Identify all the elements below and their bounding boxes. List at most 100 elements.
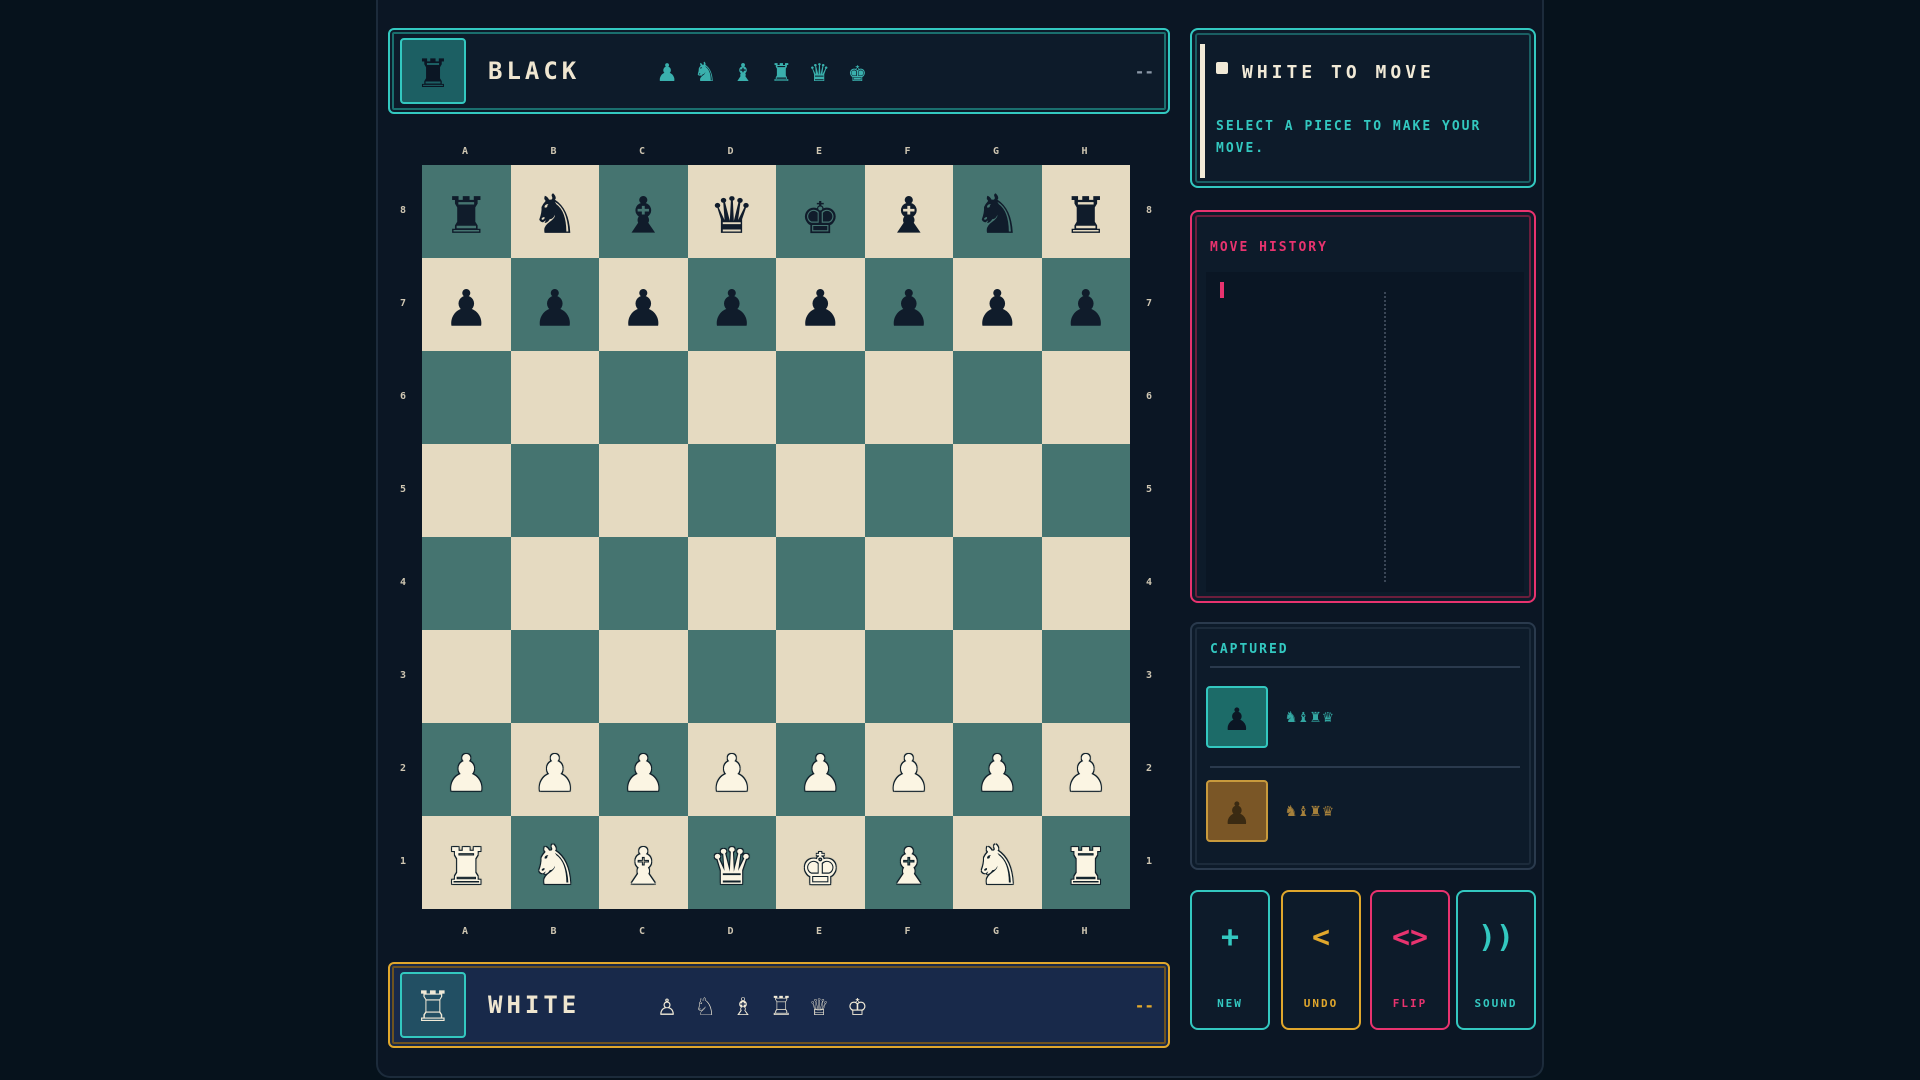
white-pawn-icon[interactable]: ♟ [1067, 738, 1104, 801]
square-g4[interactable] [953, 537, 1042, 630]
white-pawn-icon[interactable]: ♟ [979, 738, 1016, 801]
square-f1[interactable]: ♝ [864, 816, 953, 909]
black-queen-icon[interactable]: ♛ [713, 180, 750, 243]
square-g5[interactable] [953, 444, 1042, 537]
white-king-icon[interactable]: ♚ [802, 831, 839, 894]
square-b6[interactable] [510, 351, 599, 444]
black-pawn-icon[interactable]: ♟ [625, 273, 662, 336]
square-a4[interactable] [422, 537, 511, 630]
square-d6[interactable] [687, 351, 776, 444]
black-pawn-icon[interactable]: ♟ [713, 273, 750, 336]
square-b3[interactable] [510, 630, 599, 723]
square-h5[interactable] [1041, 444, 1130, 537]
square-e7[interactable]: ♟ [776, 258, 865, 351]
square-e5[interactable] [776, 444, 865, 537]
black-knight-icon[interactable]: ♞ [979, 180, 1016, 243]
square-b5[interactable] [510, 444, 599, 537]
sound-button[interactable]: )) SOUND [1456, 890, 1536, 1030]
square-b2[interactable]: ♟ [510, 723, 599, 816]
flip-board-button[interactable]: <> FLIP [1370, 890, 1450, 1030]
square-a6[interactable] [422, 351, 511, 444]
black-pawn-icon[interactable]: ♟ [536, 273, 573, 336]
white-bishop-icon[interactable]: ♝ [890, 831, 927, 894]
new-game-button[interactable]: + NEW [1190, 890, 1270, 1030]
square-a3[interactable] [422, 630, 511, 723]
square-c6[interactable] [599, 351, 688, 444]
square-g7[interactable]: ♟ [953, 258, 1042, 351]
square-e4[interactable] [776, 537, 865, 630]
black-king-icon[interactable]: ♚ [802, 180, 839, 243]
square-h6[interactable] [1041, 351, 1130, 444]
black-rook-icon[interactable]: ♜ [448, 180, 485, 243]
square-f2[interactable]: ♟ [864, 723, 953, 816]
square-d1[interactable]: ♛ [687, 816, 776, 909]
square-g3[interactable] [953, 630, 1042, 723]
square-f8[interactable]: ♝ [864, 165, 953, 258]
square-c1[interactable]: ♝ [599, 816, 688, 909]
square-a2[interactable]: ♟ [422, 723, 511, 816]
black-pawn-icon[interactable]: ♟ [890, 273, 927, 336]
black-bishop-icon[interactable]: ♝ [890, 180, 927, 243]
move-history-list[interactable] [1206, 272, 1524, 592]
square-h2[interactable]: ♟ [1041, 723, 1130, 816]
undo-button[interactable]: < UNDO [1281, 890, 1361, 1030]
white-pawn-icon[interactable]: ♟ [448, 738, 485, 801]
square-d4[interactable] [687, 537, 776, 630]
square-h7[interactable]: ♟ [1041, 258, 1130, 351]
square-e3[interactable] [776, 630, 865, 723]
square-f4[interactable] [864, 537, 953, 630]
square-b4[interactable] [510, 537, 599, 630]
square-f5[interactable] [864, 444, 953, 537]
square-g2[interactable]: ♟ [953, 723, 1042, 816]
black-knight-icon[interactable]: ♞ [536, 180, 573, 243]
square-f7[interactable]: ♟ [864, 258, 953, 351]
square-d3[interactable] [687, 630, 776, 723]
square-a8[interactable]: ♜ [422, 165, 511, 258]
white-queen-icon[interactable]: ♛ [713, 831, 750, 894]
square-d7[interactable]: ♟ [687, 258, 776, 351]
black-bishop-icon[interactable]: ♝ [625, 180, 662, 243]
square-e6[interactable] [776, 351, 865, 444]
square-c8[interactable]: ♝ [599, 165, 688, 258]
square-d5[interactable] [687, 444, 776, 537]
black-rook-icon[interactable]: ♜ [1067, 180, 1104, 243]
chess-board[interactable]: ♜ ♞ ♝ ♛ ♚ ♝ ♞ ♜ ♟ ♟ ♟ ♟ ♟ ♟ ♟ ♟ ♟ ♟ ♟ ♟ ♟ ♟ ♟ ♟ ♜ ♞ ♝ ♛ ♚ ♝ ♞ ♜ [422, 165, 1130, 909]
square-g1[interactable]: ♞ [953, 816, 1042, 909]
white-pawn-icon[interactable]: ♟ [625, 738, 662, 801]
square-c7[interactable]: ♟ [599, 258, 688, 351]
white-knight-icon[interactable]: ♞ [979, 831, 1016, 894]
square-b1[interactable]: ♞ [510, 816, 599, 909]
square-d2[interactable]: ♟ [687, 723, 776, 816]
black-pawn-icon[interactable]: ♟ [802, 273, 839, 336]
white-pawn-icon[interactable]: ♟ [536, 738, 573, 801]
square-b8[interactable]: ♞ [510, 165, 599, 258]
black-pawn-icon[interactable]: ♟ [448, 273, 485, 336]
square-f6[interactable] [864, 351, 953, 444]
square-c3[interactable] [599, 630, 688, 723]
square-e2[interactable]: ♟ [776, 723, 865, 816]
square-d8[interactable]: ♛ [687, 165, 776, 258]
square-f3[interactable] [864, 630, 953, 723]
square-e8[interactable]: ♚ [776, 165, 865, 258]
square-a7[interactable]: ♟ [422, 258, 511, 351]
square-g8[interactable]: ♞ [953, 165, 1042, 258]
white-rook-icon[interactable]: ♜ [448, 831, 485, 894]
square-h8[interactable]: ♜ [1041, 165, 1130, 258]
square-h3[interactable] [1041, 630, 1130, 723]
square-c5[interactable] [599, 444, 688, 537]
white-knight-icon[interactable]: ♞ [536, 831, 573, 894]
square-c2[interactable]: ♟ [599, 723, 688, 816]
white-bishop-icon[interactable]: ♝ [625, 831, 662, 894]
white-pawn-icon[interactable]: ♟ [713, 738, 750, 801]
square-a1[interactable]: ♜ [422, 816, 511, 909]
square-h4[interactable] [1041, 537, 1130, 630]
white-pawn-icon[interactable]: ♟ [802, 738, 839, 801]
square-c4[interactable] [599, 537, 688, 630]
square-b7[interactable]: ♟ [510, 258, 599, 351]
square-e1[interactable]: ♚ [776, 816, 865, 909]
white-rook-icon[interactable]: ♜ [1067, 831, 1104, 894]
square-a5[interactable] [422, 444, 511, 537]
square-g6[interactable] [953, 351, 1042, 444]
square-h1[interactable]: ♜ [1041, 816, 1130, 909]
black-pawn-icon[interactable]: ♟ [1067, 273, 1104, 336]
